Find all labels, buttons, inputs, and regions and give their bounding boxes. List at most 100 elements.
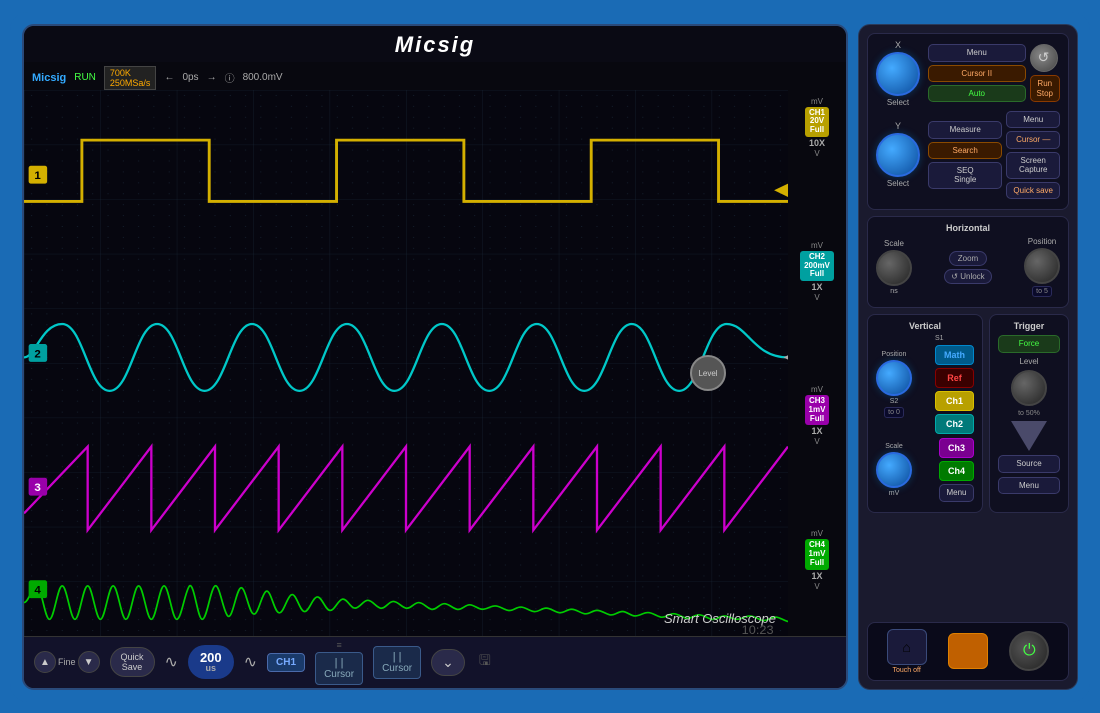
trigger-section: Trigger Force Level to 50% Source Menu xyxy=(989,314,1069,513)
v-pos-label: Position xyxy=(882,351,907,358)
svg-text:3: 3 xyxy=(34,482,40,494)
v-position-knob[interactable] xyxy=(876,360,912,396)
force-button[interactable]: Force xyxy=(998,335,1060,353)
ch4-ctrl-button[interactable]: Ch4 xyxy=(939,461,974,481)
ch1-ctrl-button[interactable]: Ch1 xyxy=(935,391,974,411)
h-position-knob[interactable] xyxy=(1024,248,1060,284)
time-unit: us xyxy=(206,664,217,673)
cursor-left-lines: | | xyxy=(335,657,344,669)
time-display[interactable]: 200 us xyxy=(188,645,234,679)
vertical-section: Vertical Position S2 to 0 S1 Math Ref Ch… xyxy=(867,314,983,513)
cursor-dash-button[interactable]: Cursor — xyxy=(1006,131,1060,149)
x-label: X xyxy=(895,40,901,50)
ns-label: ns xyxy=(890,288,897,295)
wave-icon-left: ∿ xyxy=(165,652,178,672)
xy-menu-section: X Select Menu Cursor II Auto ↺ Run Stop … xyxy=(867,33,1069,211)
ch3-group: mV CH31mVFull 1X V xyxy=(788,385,846,446)
run-status: RUN xyxy=(74,72,96,83)
x-knob-col: X Select xyxy=(876,40,920,107)
h-scale-knob[interactable] xyxy=(876,250,912,286)
fine-down-button[interactable]: ▼ xyxy=(78,651,100,673)
timescale-box: 700K 250MSa/s xyxy=(104,66,157,90)
ch4-mv: mV xyxy=(811,529,823,538)
ch1-badge[interactable]: CH1 xyxy=(267,653,305,672)
s2-label: S2 xyxy=(890,398,899,405)
menu2-button[interactable]: Menu xyxy=(1006,111,1060,129)
time-offset: 0ps xyxy=(182,72,198,83)
x-select-label: Select xyxy=(887,98,909,107)
ch1-group: mV CH120VFull 10X V xyxy=(788,97,846,158)
expand-button[interactable]: ⌄ xyxy=(431,649,465,676)
power-icon: ⏻ xyxy=(1023,642,1036,660)
orange-button[interactable] xyxy=(948,633,988,669)
y-label: Y xyxy=(895,121,901,131)
ch2-label[interactable]: CH2200mVFull xyxy=(800,251,834,281)
y-knob[interactable] xyxy=(876,133,920,177)
search-button[interactable]: Search xyxy=(928,142,1002,159)
cursor-ii-button[interactable]: Cursor II xyxy=(928,65,1026,82)
auto-button[interactable]: Auto xyxy=(928,85,1026,103)
seq-single-button[interactable]: SEQ Single xyxy=(928,162,1002,189)
vert-trig-row: Vertical Position S2 to 0 S1 Math Ref Ch… xyxy=(867,314,1069,513)
arrow-left-icon: ← xyxy=(164,72,174,83)
ch2-scale: 1X xyxy=(811,282,822,292)
v-scale-knob[interactable] xyxy=(876,452,912,488)
screen-panel: Micsig Micsig RUN 700K 250MSa/s ← 0ps → … xyxy=(22,24,848,690)
storage-icon: 🖫 xyxy=(479,650,491,674)
mv-label: mV xyxy=(889,490,900,497)
zoom-button[interactable]: Zoom xyxy=(949,251,987,266)
ch4-group: mV CH41mVFull 1X V xyxy=(788,529,846,590)
level-knob[interactable]: Level xyxy=(690,355,726,391)
control-panel: X Select Menu Cursor II Auto ↺ Run Stop … xyxy=(858,24,1078,690)
ch1-label[interactable]: CH120VFull xyxy=(805,107,829,137)
ch4-v: V xyxy=(814,582,819,591)
y-select-label: Select xyxy=(887,179,909,188)
ch2-group: mV CH2200mVFull 1X V xyxy=(788,241,846,302)
v-pos-col: Position S2 to 0 xyxy=(876,351,912,418)
x-knob[interactable] xyxy=(876,52,920,96)
cursor-left-button[interactable]: | | Cursor xyxy=(315,652,363,685)
to50-label: to 50% xyxy=(1018,410,1040,417)
cursor-right-lines: | | xyxy=(393,651,402,663)
ch3-label[interactable]: CH31mVFull xyxy=(805,395,830,425)
ch2-mv: mV xyxy=(811,241,823,250)
bottom-buttons: ⌂ Touch off ⏻ xyxy=(867,622,1069,681)
svg-text:2: 2 xyxy=(34,348,40,360)
ch2-ctrl-button[interactable]: Ch2 xyxy=(935,414,974,434)
source-button[interactable]: Source xyxy=(998,455,1060,473)
run-stop-button[interactable]: Run Stop xyxy=(1030,75,1060,102)
home-button[interactable]: ⌂ xyxy=(887,629,927,665)
ch4-label[interactable]: CH41mVFull xyxy=(805,539,830,569)
y-row: Y Select Measure Search SEQ Single Menu … xyxy=(876,111,1060,200)
measure-button[interactable]: Measure xyxy=(928,121,1002,139)
quick-save-button[interactable]: Quick Save xyxy=(110,647,155,677)
trig-menu-button[interactable]: Menu xyxy=(998,477,1060,495)
ch4-scale: 1X xyxy=(811,571,822,581)
screen-capture-button[interactable]: Screen Capture xyxy=(1006,152,1060,179)
ref-button[interactable]: Ref xyxy=(935,368,974,388)
trigger-triangle[interactable] xyxy=(1011,421,1047,451)
fine-up-button[interactable]: ▲ xyxy=(34,651,56,673)
ch3-mv: mV xyxy=(811,385,823,394)
oscilloscope-device: Micsig Micsig RUN 700K 250MSa/s ← 0ps → … xyxy=(10,12,1090,702)
oscilloscope-display[interactable]: Micsig RUN 700K 250MSa/s ← 0ps → ⓘ 800.0… xyxy=(24,62,846,636)
ch3-ctrl-button[interactable]: Ch3 xyxy=(939,438,974,458)
unlock-button[interactable]: ↺ Unlock xyxy=(944,269,991,284)
power-button[interactable]: ⏻ xyxy=(1009,631,1049,671)
quick-save-ctrl-button[interactable]: Quick save xyxy=(1006,182,1060,200)
fine-label: Fine xyxy=(58,657,76,667)
trig-level-knob[interactable] xyxy=(1011,370,1047,406)
v-scale-col: Scale mV xyxy=(876,443,912,497)
cursor-right-button[interactable]: | | Cursor xyxy=(373,646,421,679)
wave-icon-right: ∿ xyxy=(244,652,257,672)
trigger-icon: ⓘ xyxy=(225,70,235,85)
menu-button[interactable]: Menu xyxy=(928,44,1026,62)
vert-menu-button[interactable]: Menu xyxy=(939,484,974,502)
undo-button[interactable]: ↺ xyxy=(1030,44,1058,72)
to5-button[interactable]: to 5 xyxy=(1032,286,1052,297)
to0-button[interactable]: to 0 xyxy=(884,407,904,418)
ch1-v: V xyxy=(814,149,819,158)
vert-bot-row: Scale mV Ch3 Ch4 Menu xyxy=(876,438,974,502)
math-button[interactable]: Math xyxy=(935,345,974,365)
h-scale-label: Scale xyxy=(884,239,904,248)
